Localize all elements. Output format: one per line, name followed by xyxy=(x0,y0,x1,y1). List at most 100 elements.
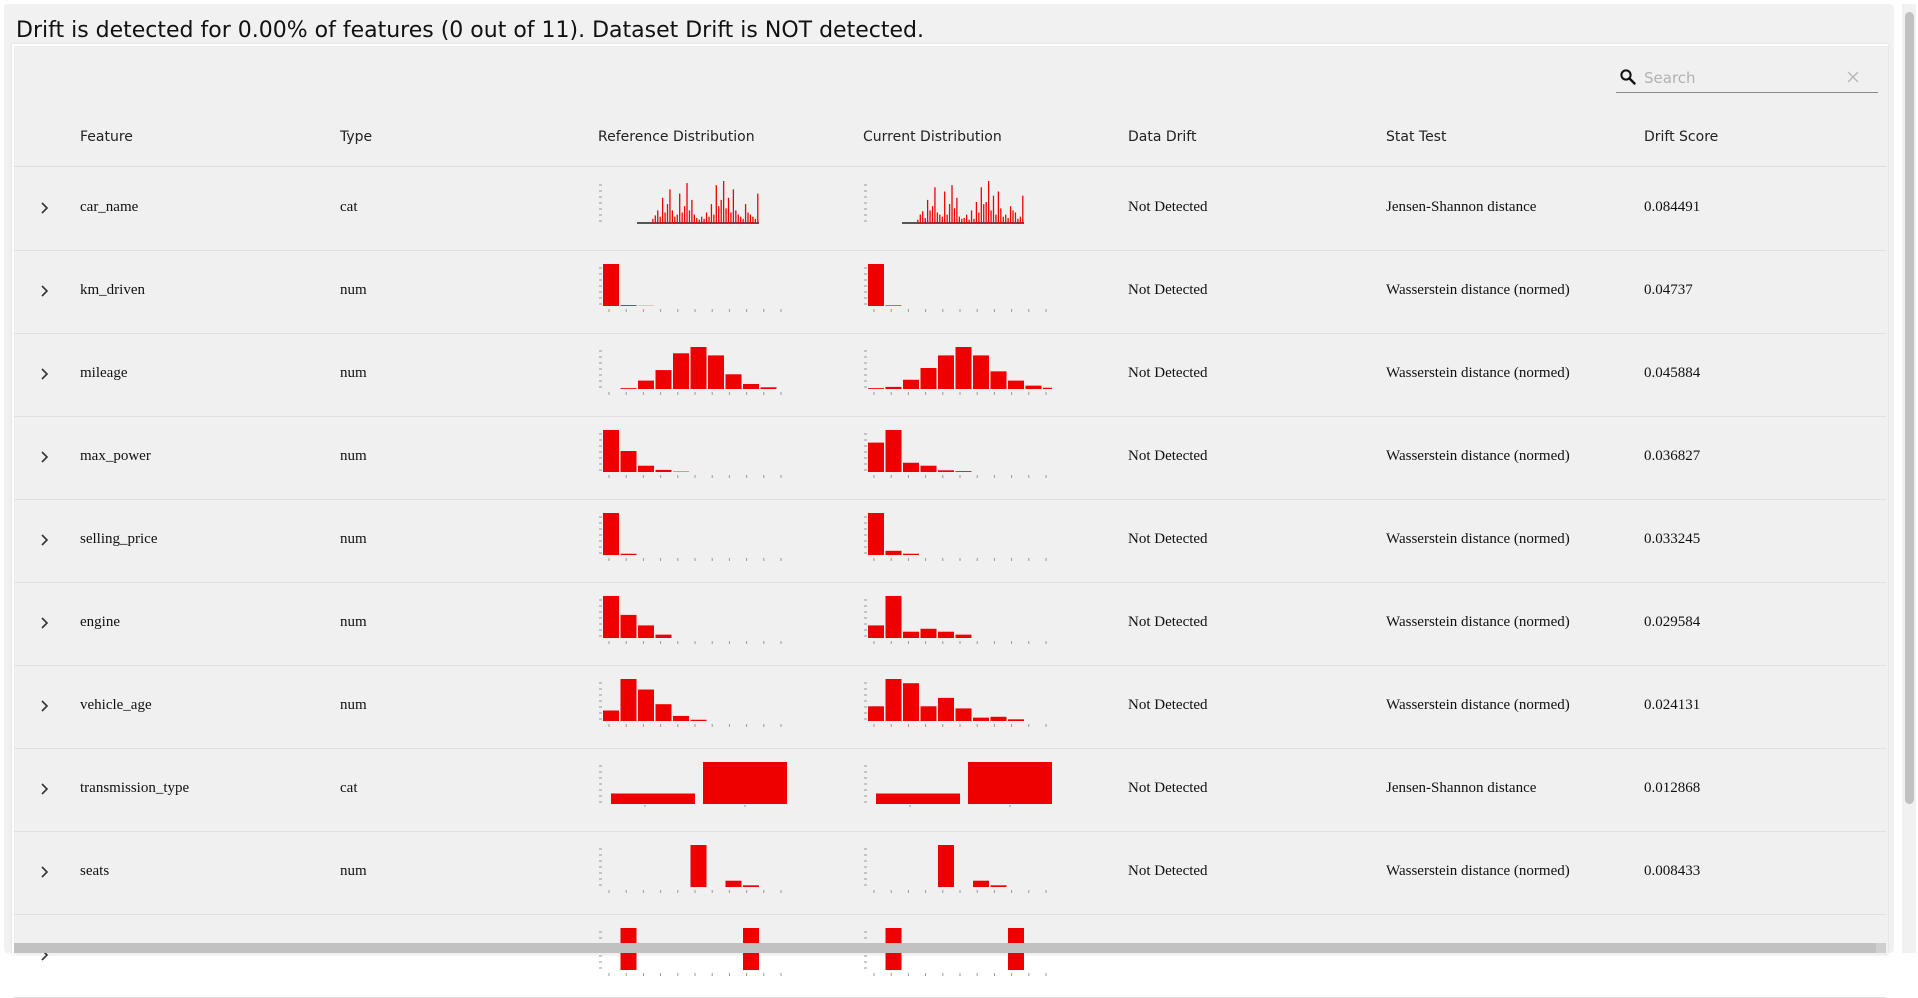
current-distribution-bar xyxy=(973,355,989,389)
table-row[interactable]: max_powernumNot DetectedWasserstein dist… xyxy=(14,416,1886,500)
feature-cell: seats xyxy=(80,863,109,880)
current-distribution-bar xyxy=(903,380,919,389)
current-distribution-bar xyxy=(956,708,972,721)
reference-distribution-chart xyxy=(597,841,787,901)
current-distribution-bar xyxy=(921,368,937,389)
reference-distribution-chart xyxy=(597,509,787,569)
current-distribution-chart xyxy=(862,758,1052,818)
reference-distribution-bar xyxy=(603,596,619,638)
reference-distribution-bar xyxy=(638,625,654,638)
stat-test-cell: Jensen-Shannon distance xyxy=(1386,199,1536,216)
reference-distribution-cell xyxy=(597,177,787,242)
chevron-right-icon[interactable] xyxy=(34,446,56,468)
type-cell: cat xyxy=(340,780,357,797)
chevron-right-icon[interactable] xyxy=(34,529,56,551)
current-distribution-bar xyxy=(876,794,960,805)
reference-distribution-cell xyxy=(597,841,787,906)
type-cell: num xyxy=(340,448,367,465)
column-header-feature[interactable]: Feature xyxy=(80,129,133,145)
drift-score-cell: 0.084491 xyxy=(1644,199,1700,216)
feature-cell: engine xyxy=(80,614,120,631)
table-row[interactable]: selling_pricenumNot DetectedWasserstein … xyxy=(14,499,1886,583)
reference-distribution-bar xyxy=(708,355,724,389)
type-cell: num xyxy=(340,614,367,631)
column-header-drift-score[interactable]: Drift Score xyxy=(1644,129,1718,145)
table-row[interactable]: seatsnumNot DetectedWasserstein distance… xyxy=(14,831,1886,915)
chevron-right-icon[interactable] xyxy=(34,280,56,302)
reference-distribution-bar xyxy=(726,881,742,887)
chevron-right-icon[interactable] xyxy=(34,861,56,883)
current-distribution-bar xyxy=(1026,386,1042,389)
reference-distribution-bar xyxy=(726,374,742,389)
column-header-data-drift[interactable]: Data Drift xyxy=(1128,129,1196,145)
reference-distribution-chart xyxy=(597,592,787,652)
chevron-right-icon[interactable] xyxy=(34,778,56,800)
reference-distribution-bar xyxy=(621,554,637,555)
reference-distribution-cell xyxy=(597,758,787,823)
current-distribution-chart xyxy=(862,841,1052,901)
reference-distribution-bar xyxy=(638,466,654,472)
table-row[interactable]: km_drivennumNot DetectedWasserstein dist… xyxy=(14,250,1886,334)
current-distribution-bar xyxy=(886,305,902,306)
reference-distribution-cell xyxy=(597,426,787,491)
chevron-right-icon[interactable] xyxy=(34,363,56,385)
reference-distribution-bar xyxy=(691,720,707,721)
table-row[interactable]: vehicle_agenumNot DetectedWasserstein di… xyxy=(14,665,1886,749)
current-distribution-chart xyxy=(862,177,1052,237)
data-drift-cell: Not Detected xyxy=(1128,365,1208,382)
search-box[interactable] xyxy=(1616,64,1878,93)
column-header-type[interactable]: Type xyxy=(340,129,372,145)
chevron-right-icon[interactable] xyxy=(34,695,56,717)
current-distribution-bar xyxy=(903,632,919,638)
reference-distribution-bar xyxy=(656,635,672,638)
horizontal-scrollbar[interactable] xyxy=(14,943,1886,953)
stat-test-cell: Wasserstein distance (normed) xyxy=(1386,282,1570,299)
table-row[interactable]: enginenumNot DetectedWasserstein distanc… xyxy=(14,582,1886,666)
current-distribution-chart xyxy=(862,260,1052,320)
vertical-scrollbar-thumb[interactable] xyxy=(1905,12,1914,804)
horizontal-scrollbar-thumb[interactable] xyxy=(14,943,1876,953)
current-distribution-bar xyxy=(886,430,902,472)
reference-distribution-bar xyxy=(743,384,759,389)
current-distribution-bar xyxy=(1008,719,1024,721)
table-row[interactable]: transmission_typecatNot DetectedJensen-S… xyxy=(14,748,1886,832)
table-row[interactable]: car_namecatNot DetectedJensen-Shannon di… xyxy=(14,167,1886,251)
current-distribution-bar xyxy=(921,629,937,638)
search-input[interactable] xyxy=(1642,66,1846,90)
feature-cell: km_driven xyxy=(80,282,145,299)
current-distribution-chart xyxy=(862,675,1052,735)
feature-cell: vehicle_age xyxy=(80,697,152,714)
chevron-right-icon[interactable] xyxy=(34,612,56,634)
type-cell: num xyxy=(340,282,367,299)
vertical-scrollbar[interactable] xyxy=(1902,4,1916,953)
reference-distribution-chart xyxy=(597,675,787,735)
current-distribution-bar xyxy=(903,463,919,472)
reference-distribution-bar xyxy=(638,381,654,389)
current-distribution-bar xyxy=(938,470,954,472)
drift-score-cell: 0.008433 xyxy=(1644,863,1700,880)
feature-cell: transmission_type xyxy=(80,780,189,797)
type-cell: num xyxy=(340,697,367,714)
column-header-reference-distribution: Reference Distribution xyxy=(598,129,755,145)
reference-distribution-bar xyxy=(603,264,619,306)
chevron-right-icon[interactable] xyxy=(34,197,56,219)
reference-distribution-cell xyxy=(597,592,787,657)
type-cell: cat xyxy=(340,199,357,216)
data-drift-cell: Not Detected xyxy=(1128,697,1208,714)
reference-distribution-bar xyxy=(691,845,707,887)
table-row[interactable] xyxy=(14,914,1886,998)
current-distribution-bar xyxy=(991,371,1007,389)
reference-distribution-bar xyxy=(603,513,619,555)
reference-distribution-bar xyxy=(621,451,637,472)
reference-distribution-bar xyxy=(691,347,707,389)
current-distribution-cell xyxy=(862,924,1052,989)
reference-distribution-chart xyxy=(597,924,787,984)
drift-score-cell: 0.029584 xyxy=(1644,614,1700,631)
current-distribution-bar xyxy=(868,625,884,638)
current-distribution-bar xyxy=(938,845,954,887)
column-header-stat-test[interactable]: Stat Test xyxy=(1386,129,1446,145)
close-icon[interactable] xyxy=(1846,70,1860,84)
table-row[interactable]: mileagenumNot DetectedWasserstein distan… xyxy=(14,333,1886,417)
reference-distribution-bar xyxy=(656,470,672,472)
reference-distribution-cell xyxy=(597,260,787,325)
